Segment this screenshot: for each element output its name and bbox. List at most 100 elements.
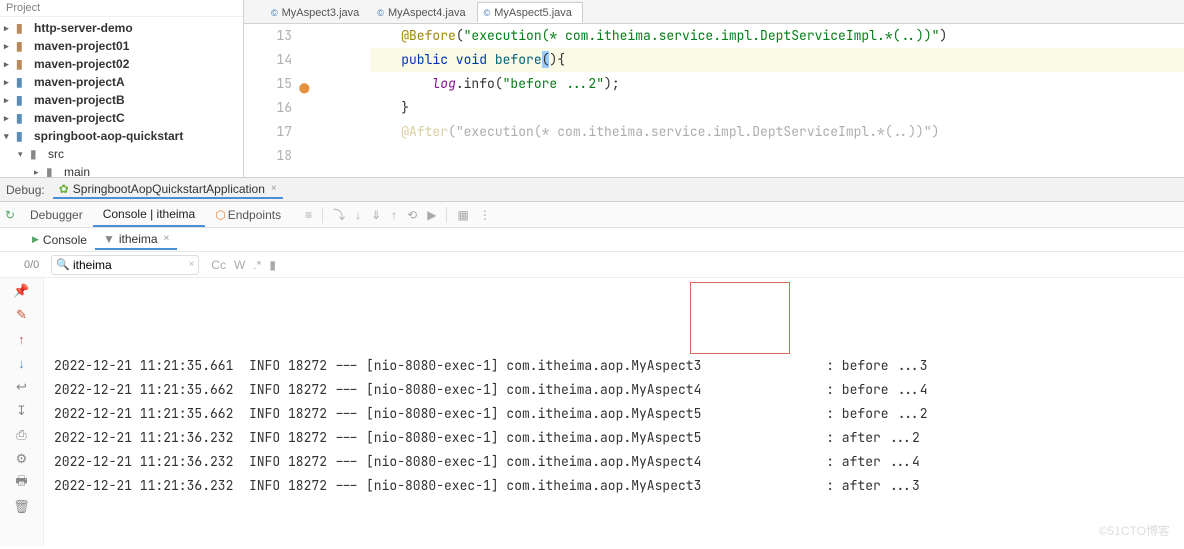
soft-wrap-icon[interactable]: ↩ xyxy=(13,378,31,396)
tree-arrow-icon[interactable]: ▸ xyxy=(4,95,16,106)
match-case-toggle[interactable]: Cc xyxy=(211,258,226,272)
step-into-icon[interactable]: ↓ xyxy=(355,208,361,222)
search-input-box[interactable]: 🔍 × xyxy=(51,255,199,275)
tab-label: MyAspect4.java xyxy=(388,7,466,19)
tab-label: MyAspect3.java xyxy=(282,7,360,19)
filter-menu-icon[interactable]: ⎙ xyxy=(13,426,31,444)
gutter-line[interactable]: 16 xyxy=(244,96,292,120)
folder-icon: ▮ xyxy=(16,57,30,71)
trash-icon[interactable]: 🗑 xyxy=(13,498,31,516)
gutter-line[interactable]: 17 xyxy=(244,120,292,144)
prev-icon[interactable]: ↑ xyxy=(13,330,31,348)
regex-toggle[interactable]: .* xyxy=(253,258,261,272)
tree-item-label: http-server-demo xyxy=(34,21,133,35)
tree-item-label: main xyxy=(64,165,90,177)
tree-item[interactable]: ▸▮maven-projectB xyxy=(0,91,243,109)
editor-tabs: ©MyAspect3.java©MyAspect4.java©MyAspect5… xyxy=(244,0,1184,24)
tree-item-label: maven-projectA xyxy=(34,75,125,89)
tree-item[interactable]: ▸▮maven-project01 xyxy=(0,37,243,55)
print-icon[interactable]: 🖶 xyxy=(13,474,31,492)
words-toggle[interactable]: W xyxy=(234,258,245,272)
tree-item[interactable]: ▾▮ springboot-aop-quickstart xyxy=(0,127,243,145)
project-tool-window[interactable]: Project ▸▮http-server-demo▸▮maven-projec… xyxy=(0,0,244,177)
search-input[interactable] xyxy=(73,258,184,272)
step-out-icon[interactable]: ↑ xyxy=(391,208,397,222)
tree-item[interactable]: ▾▮src xyxy=(0,145,243,163)
editor-tab[interactable]: ©MyAspect3.java xyxy=(264,2,370,23)
filter-subtab[interactable]: ▼itheima× xyxy=(95,230,177,250)
log-line: 2022-12-21 11:21:35.661 INFO 18272 --- [… xyxy=(54,354,1174,378)
run-config-tab[interactable]: ✿ SpringbootAopQuickstartApplication × xyxy=(53,181,283,199)
watermark: ©51CTO博客 xyxy=(1099,522,1170,539)
next-icon[interactable]: ↓ xyxy=(13,354,31,372)
log-line: 2022-12-21 11:21:36.232 INFO 18272 --- [… xyxy=(54,426,1174,450)
edit-icon[interactable]: ✎ xyxy=(13,306,31,324)
console-left-toolbar: 📌 ✎ ↑ ↓ ↩ ↧ ⎙ ⚙ 🖶 🗑 xyxy=(0,278,44,546)
rerun-icon[interactable]: ↻ xyxy=(5,208,15,222)
tree-arrow-icon[interactable]: ▸ xyxy=(4,77,16,88)
folder-icon: ▮ xyxy=(16,21,30,35)
close-icon[interactable]: × xyxy=(271,183,277,194)
tab-label: MyAspect5.java xyxy=(494,7,572,19)
debugger-tab[interactable]: Debugger xyxy=(20,204,93,226)
log-line: 2022-12-21 11:21:36.232 INFO 18272 --- [… xyxy=(54,474,1174,498)
code-line[interactable]: @Before("execution(* com.itheima.service… xyxy=(370,24,1184,48)
debug-label: Debug: xyxy=(6,183,45,197)
endpoints-icon: ⬡ xyxy=(215,208,225,222)
close-icon[interactable]: × xyxy=(164,233,170,244)
tree-arrow-icon[interactable]: ▸ xyxy=(4,113,16,124)
code-line[interactable]: log.info("before ...2"); xyxy=(370,72,1184,96)
console-subtab[interactable]: ▶Console xyxy=(24,231,95,249)
tree-arrow-icon[interactable]: ▾ xyxy=(18,149,30,160)
tree-arrow-icon[interactable]: ▾ xyxy=(4,131,16,142)
match-count: 0/0 xyxy=(16,259,47,271)
folder-icon: ▮ xyxy=(16,129,30,143)
folder-icon: ▮ xyxy=(30,147,44,161)
folder-icon: ▮ xyxy=(16,111,30,125)
code-area[interactable]: 131415⬤161718 @Before("execution(* com.i… xyxy=(244,24,1184,177)
force-step-icon[interactable]: ⇓ xyxy=(371,208,381,222)
clear-icon[interactable]: × xyxy=(188,259,194,270)
gutter-line[interactable]: 13 xyxy=(244,24,292,48)
editor-tab[interactable]: ©MyAspect5.java xyxy=(477,2,583,23)
more-icon[interactable]: ⋮ xyxy=(479,208,491,222)
settings-icon[interactable]: ⚙ xyxy=(13,450,31,468)
folder-icon: ▮ xyxy=(46,165,60,177)
evaluate-icon[interactable]: ▦ xyxy=(457,208,468,222)
run-config-name: SpringbootAopQuickstartApplication xyxy=(73,182,265,196)
play-icon: ▶ xyxy=(32,234,39,245)
log-line: 2022-12-21 11:21:35.662 INFO 18272 --- [… xyxy=(54,378,1174,402)
tree-item-label: springboot-aop-quickstart xyxy=(34,129,183,143)
spring-icon: ✿ xyxy=(59,182,69,196)
gutter-line[interactable]: 14 xyxy=(244,48,292,72)
gutter-line[interactable]: 18 xyxy=(244,144,292,168)
search-icon: 🔍 xyxy=(56,258,70,271)
log-line: 2022-12-21 11:21:36.232 INFO 18272 --- [… xyxy=(54,450,1174,474)
gutter-line[interactable]: 15⬤ xyxy=(244,72,292,96)
code-line[interactable]: @After("execution(* com.itheima.service.… xyxy=(370,120,1184,144)
tree-item[interactable]: ▸▮ http-server-demo xyxy=(0,19,243,37)
filter-toggle[interactable]: ▮ xyxy=(269,258,276,272)
tree-arrow-icon[interactable]: ▸ xyxy=(4,41,16,52)
run-cursor-icon[interactable]: ▶ xyxy=(427,208,436,222)
code-line[interactable]: } xyxy=(370,96,1184,120)
tree-arrow-icon[interactable]: ▸ xyxy=(34,167,46,178)
step-over-icon[interactable]: ⤵ xyxy=(333,206,345,223)
pin-icon[interactable]: 📌 xyxy=(13,282,31,300)
tree-item[interactable]: ▸▮maven-project02 xyxy=(0,55,243,73)
code-line[interactable]: public void before(){ xyxy=(370,48,1184,72)
tree-item[interactable]: ▸▮maven-projectA xyxy=(0,73,243,91)
settings-icon[interactable]: ≡ xyxy=(305,208,312,222)
tree-arrow-icon[interactable]: ▸ xyxy=(4,59,16,70)
console-tab[interactable]: Console | itheima xyxy=(93,203,206,227)
tree-item[interactable]: ▸▮ main xyxy=(0,163,243,177)
editor-tab[interactable]: ©MyAspect4.java xyxy=(370,2,476,23)
tree-item[interactable]: ▸▮maven-projectC xyxy=(0,109,243,127)
tree-arrow-icon[interactable]: ▸ xyxy=(4,23,16,34)
log-output[interactable]: 2022-12-21 11:21:35.661 INFO 18272 --- [… xyxy=(44,278,1184,546)
debug-toolbar: ↻ Debugger Console | itheima ⬡Endpoints … xyxy=(0,202,1184,228)
drop-frame-icon[interactable]: ⟲ xyxy=(407,208,417,222)
project-header: Project xyxy=(0,0,243,17)
endpoints-tab[interactable]: ⬡Endpoints xyxy=(205,204,291,226)
scroll-end-icon[interactable]: ↧ xyxy=(13,402,31,420)
